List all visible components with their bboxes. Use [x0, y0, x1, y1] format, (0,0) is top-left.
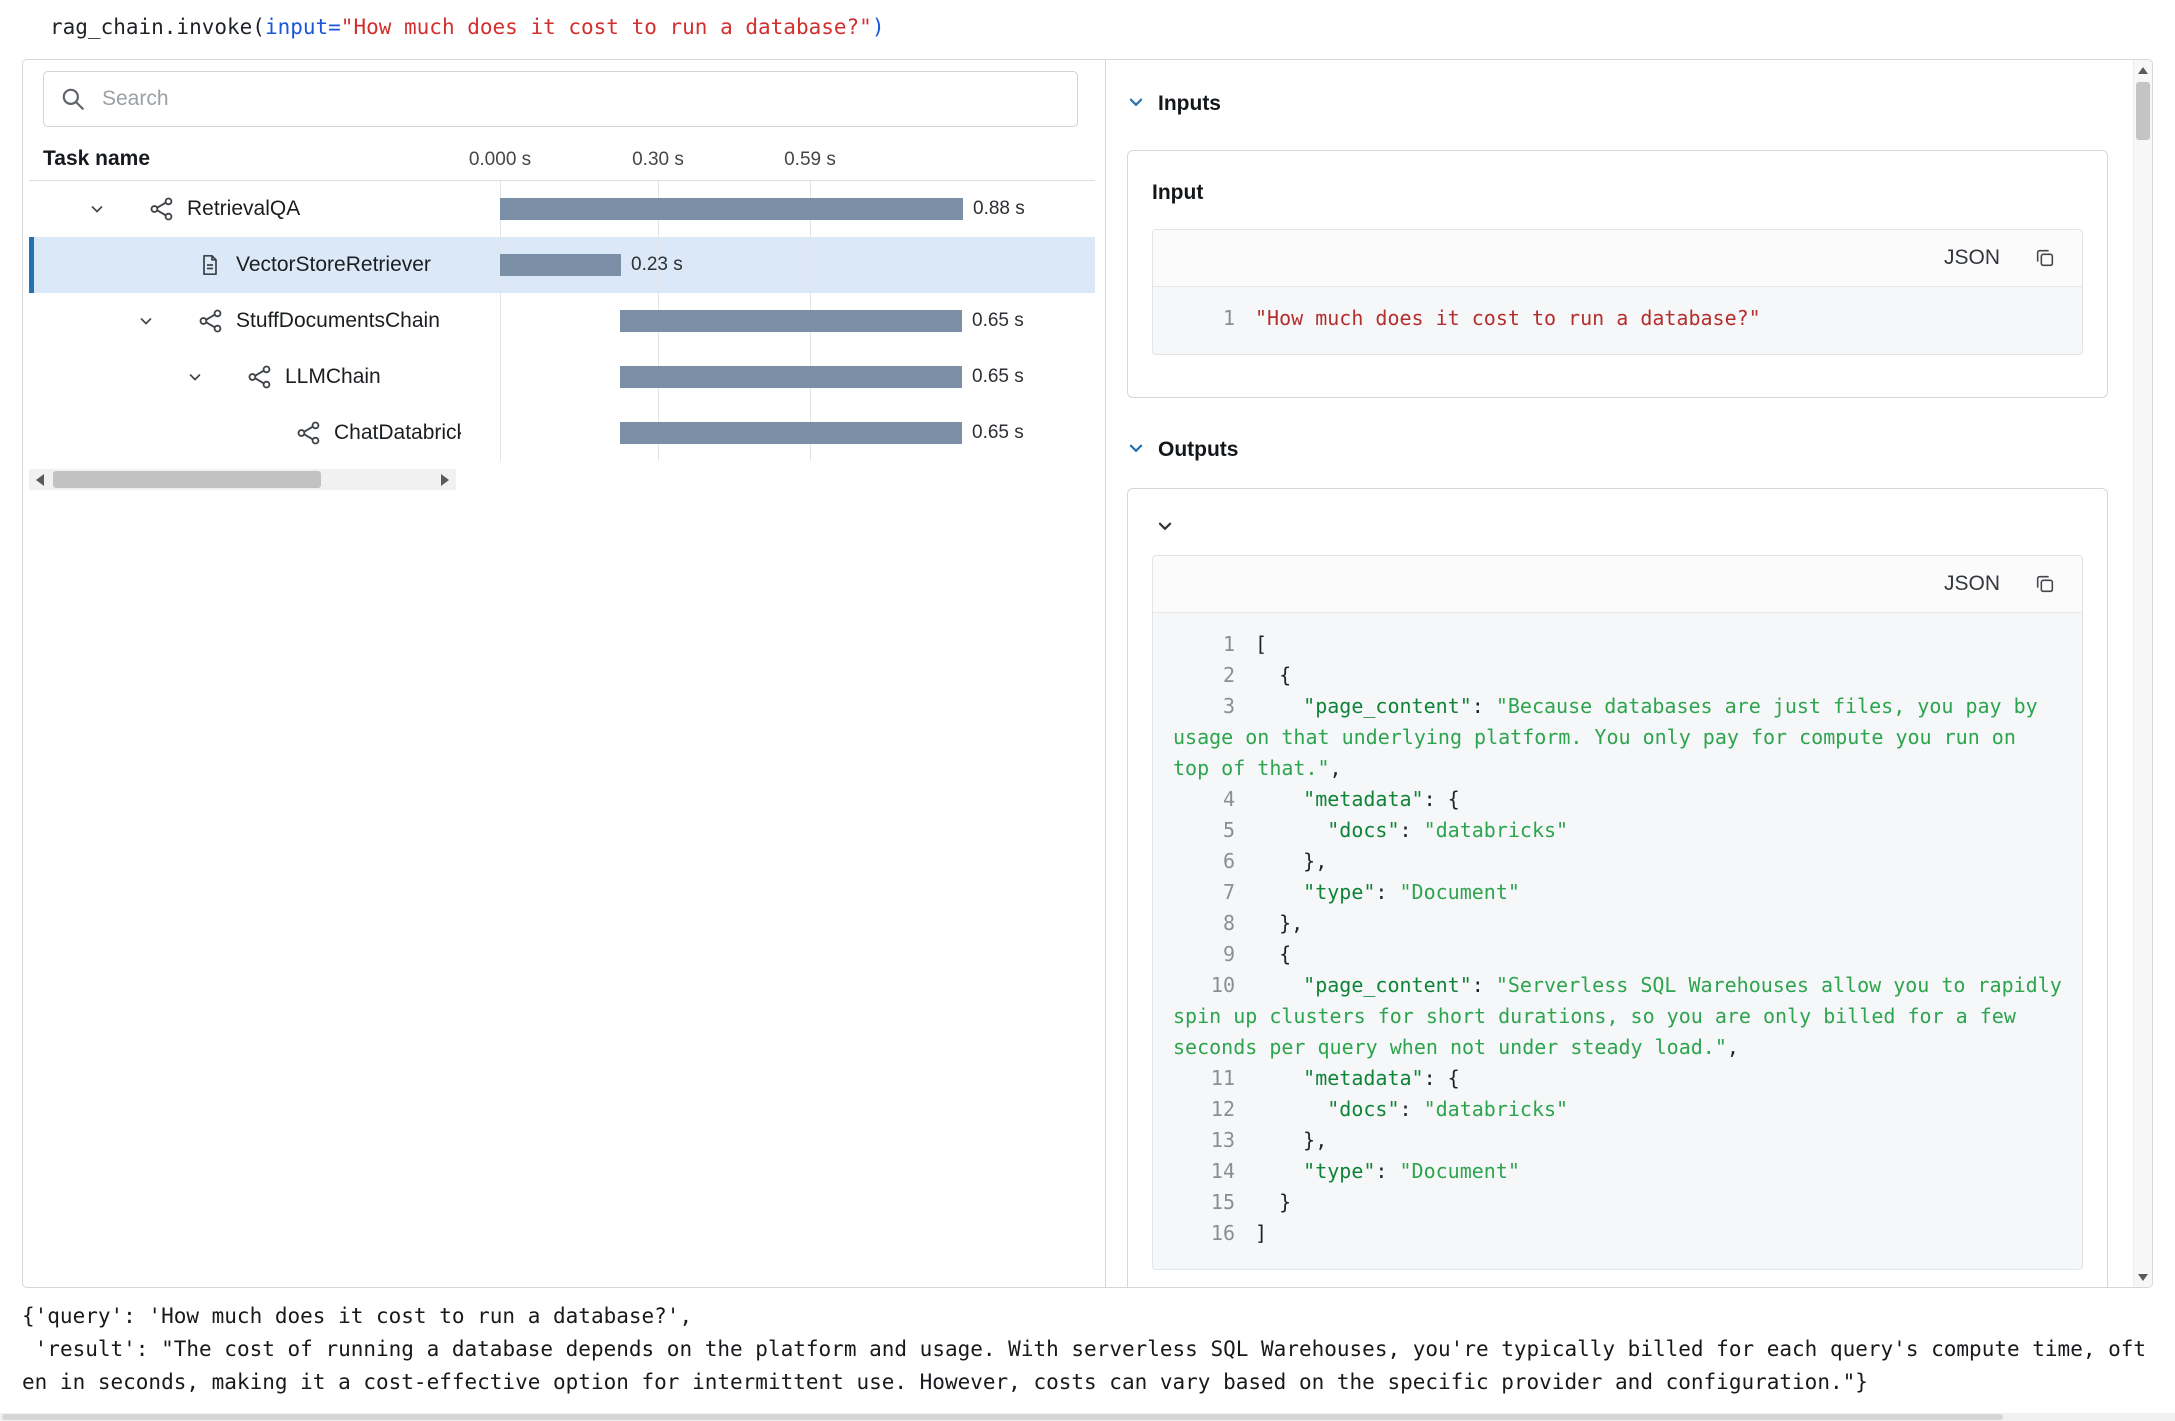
code-box-header: JSON [1153, 230, 2082, 287]
chevron-down-icon[interactable] [183, 369, 207, 385]
task-row-llmchain[interactable]: LLMChain 0.65 s [29, 349, 1095, 405]
duration-label: 0.23 s [631, 237, 683, 293]
task-row-chatdatabricks[interactable]: ChatDatabricks 0.65 s [29, 405, 1095, 461]
task-name-label: RetrievalQA [187, 197, 300, 221]
copy-icon [2034, 247, 2056, 269]
chain-icon [149, 196, 175, 222]
task-name-label: StuffDocumentsChain [236, 309, 440, 333]
chain-icon [296, 420, 322, 446]
outputs-section-header[interactable]: Outputs [1127, 438, 2108, 462]
scrollbar-track[interactable] [51, 469, 434, 490]
timeline-tick-1: 0.30 s [632, 149, 684, 171]
scrollbar-thumb[interactable] [2, 1414, 2003, 1420]
json-format-label: JSON [1944, 572, 2000, 596]
input-json-content: 1"How much does it cost to run a databas… [1153, 287, 2082, 354]
arrow-right-icon [441, 474, 449, 486]
tree-header: Task name 0.000 s 0.30 s 0.59 s [29, 138, 1095, 181]
trace-panel: Task name 0.000 s 0.30 s 0.59 s [22, 59, 2153, 1288]
trace-viewer-screen: rag_chain.invoke(input="How much does it… [0, 0, 2175, 1421]
timeline-tick-0: 0.000 s [469, 149, 531, 171]
code-box-header: JSON [1153, 556, 2082, 613]
chevron-down-icon [1127, 93, 1145, 116]
timeline-gridline [500, 181, 501, 461]
outputs-title: Outputs [1158, 438, 1238, 462]
chevron-down-icon[interactable] [134, 313, 158, 329]
task-name-cell: ChatDatabricks [29, 405, 461, 461]
chevron-down-icon [1127, 439, 1145, 462]
task-row-vectorstoreretriever[interactable]: VectorStoreRetriever 0.23 s [29, 237, 1095, 293]
tree-rows: RetrievalQA 0.88 s VectorStoreRetriever [29, 181, 1095, 461]
page-horizontal-scrollbar[interactable] [0, 1413, 2175, 1421]
arrow-left-icon [36, 474, 44, 486]
scroll-down-button[interactable] [2134, 1267, 2152, 1287]
invocation-code: rag_chain.invoke(input="How much does it… [50, 12, 884, 42]
document-icon [198, 253, 224, 277]
tree-horizontal-scrollbar[interactable] [29, 469, 456, 490]
duration-bar[interactable] [620, 422, 962, 444]
duration-label: 0.65 s [972, 293, 1024, 349]
output-code-box: JSON 1[2 {3 "page_content": "Because dat… [1152, 555, 2083, 1270]
task-name-column-header: Task name [43, 147, 150, 171]
output-json-content: 1[2 {3 "page_content": "Because database… [1153, 613, 2082, 1269]
input-card: Input JSON 1"How much does it cost to ru… [1127, 150, 2108, 398]
details-pane: Inputs Input JSON 1"How much does it cos… [1106, 60, 2152, 1287]
task-name-label: LLMChain [285, 365, 381, 389]
invocation-result-text: {'query': 'How much does it cost to run … [22, 1300, 2154, 1399]
task-name-cell: LLMChain [29, 349, 461, 405]
task-name-cell: StuffDocumentsChain [29, 293, 461, 349]
duration-bar[interactable] [500, 198, 963, 220]
task-name-cell: VectorStoreRetriever [29, 237, 461, 293]
duration-bar[interactable] [500, 254, 621, 276]
timeline-tick-2: 0.59 s [784, 149, 836, 171]
duration-bar[interactable] [620, 310, 962, 332]
duration-label: 0.88 s [973, 181, 1025, 237]
output-card: JSON 1[2 {3 "page_content": "Because dat… [1127, 488, 2108, 1287]
scroll-up-button[interactable] [2134, 60, 2152, 80]
chain-icon [198, 308, 224, 334]
task-name-label: VectorStoreRetriever [236, 253, 431, 277]
arrow-down-icon [2138, 1274, 2148, 1281]
input-code-box: JSON 1"How much does it cost to run a da… [1152, 229, 2083, 355]
task-row-stuffdocumentschain[interactable]: StuffDocumentsChain 0.65 s [29, 293, 1095, 349]
task-tree-pane: Task name 0.000 s 0.30 s 0.59 s [23, 60, 1106, 1287]
copy-button[interactable] [2034, 247, 2056, 269]
duration-bar[interactable] [620, 366, 962, 388]
details-vertical-scrollbar[interactable] [2133, 60, 2152, 1287]
inputs-title: Inputs [1158, 92, 1221, 116]
inputs-section-header[interactable]: Inputs [1127, 92, 2108, 116]
task-name-label: ChatDatabricks [334, 421, 461, 445]
arrow-up-icon [2138, 67, 2148, 74]
scroll-left-button[interactable] [29, 469, 51, 490]
task-row-retrievalqa[interactable]: RetrievalQA 0.88 s [29, 181, 1095, 237]
duration-label: 0.65 s [972, 349, 1024, 405]
tree-area: Task name 0.000 s 0.30 s 0.59 s [29, 138, 1095, 461]
chain-icon [247, 364, 273, 390]
chevron-down-icon[interactable] [85, 201, 109, 217]
copy-icon [2034, 573, 2056, 595]
duration-label: 0.65 s [972, 405, 1024, 461]
task-name-cell: RetrievalQA [29, 181, 461, 237]
search-box[interactable] [43, 71, 1078, 127]
scrollbar-thumb[interactable] [2136, 82, 2150, 140]
scroll-right-button[interactable] [434, 469, 456, 490]
copy-button[interactable] [2034, 573, 2056, 595]
collapse-chevron-icon[interactable] [1156, 517, 1174, 535]
json-format-label: JSON [1944, 246, 2000, 270]
scrollbar-thumb[interactable] [53, 471, 321, 488]
search-icon [60, 86, 86, 112]
search-input[interactable] [100, 86, 1077, 112]
input-field-label: Input [1152, 181, 2083, 205]
